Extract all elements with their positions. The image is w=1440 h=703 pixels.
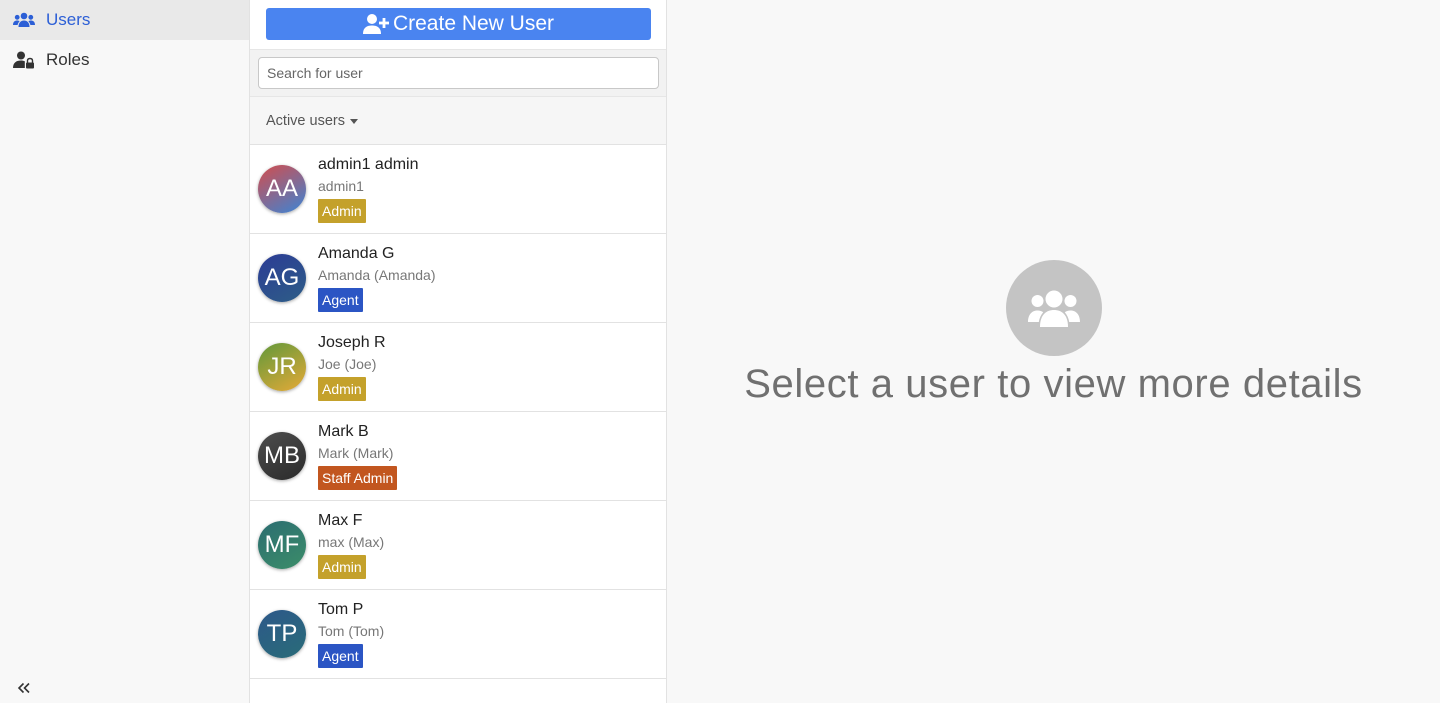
sidebar-item-users[interactable]: Users: [0, 0, 249, 40]
user-name: admin1 admin: [318, 156, 419, 173]
avatar: JR: [258, 343, 306, 391]
sidebar: Users Roles: [0, 0, 250, 703]
search-bar: [250, 49, 666, 96]
role-badge: Agent: [318, 288, 363, 312]
role-badge: Admin: [318, 199, 366, 223]
avatar: TP: [258, 610, 306, 658]
role-badge: Admin: [318, 555, 366, 579]
role-badge: Agent: [318, 644, 363, 668]
user-login: Amanda (Amanda): [318, 267, 436, 283]
user-info: admin1 admin admin1 Admin: [318, 155, 419, 223]
sidebar-item-label: Roles: [46, 50, 90, 69]
sidebar-item-roles[interactable]: Roles: [0, 40, 249, 80]
user-info: Joseph R Joe (Joe) Admin: [318, 333, 386, 401]
user-name: Amanda G: [318, 245, 395, 262]
user-name: Joseph R: [318, 334, 386, 351]
user-list-item[interactable]: MB Mark B Mark (Mark) Staff Admin: [250, 412, 666, 501]
user-list-panel: Create New User Active users AA admin1 a…: [250, 0, 667, 703]
user-lock-icon: [13, 50, 35, 70]
user-plus-icon: [362, 13, 389, 35]
sidebar-item-label: Users: [46, 10, 91, 29]
user-info: Tom P Tom (Tom) Agent: [318, 600, 384, 668]
create-new-user-button[interactable]: Create New User: [266, 8, 651, 40]
collapse-sidebar-button[interactable]: [14, 680, 34, 700]
role-badge: Admin: [318, 377, 366, 401]
user-filter-bar: Active users: [250, 96, 666, 145]
user-list-item[interactable]: MF Max F max (Max) Admin: [250, 501, 666, 590]
user-name: Max F: [318, 512, 363, 529]
avatar: MB: [258, 432, 306, 480]
role-badge: Staff Admin: [318, 466, 398, 490]
user-info: Max F max (Max) Admin: [318, 511, 384, 579]
active-users-label: Active users: [266, 112, 345, 129]
user-info: Amanda G Amanda (Amanda) Agent: [318, 244, 436, 312]
caret-down-icon: [349, 118, 358, 124]
empty-state-message: Select a user to view more details: [744, 362, 1363, 406]
user-name: Mark B: [318, 423, 369, 440]
avatar: AA: [258, 165, 306, 213]
avatar: MF: [258, 521, 306, 569]
user-login: Joe (Joe): [318, 356, 377, 372]
search-input[interactable]: [258, 57, 659, 89]
user-name: Tom P: [318, 601, 364, 618]
users-icon: [13, 10, 35, 30]
user-list: AA admin1 admin admin1 Admin AG Amanda G…: [250, 145, 666, 679]
user-login: admin1: [318, 178, 364, 194]
active-users-dropdown[interactable]: Active users: [266, 113, 358, 129]
user-login: Tom (Tom): [318, 623, 385, 639]
user-detail-panel: Select a user to view more details: [667, 0, 1440, 703]
user-info: Mark B Mark (Mark) Staff Admin: [318, 422, 398, 490]
user-login: Mark (Mark): [318, 445, 394, 461]
user-list-item[interactable]: AG Amanda G Amanda (Amanda) Agent: [250, 234, 666, 323]
create-user-bar: Create New User: [250, 0, 666, 49]
user-list-item[interactable]: JR Joseph R Joe (Joe) Admin: [250, 323, 666, 412]
double-chevron-left-icon: [17, 681, 31, 699]
user-list-item[interactable]: AA admin1 admin admin1 Admin: [250, 145, 666, 234]
user-list-item[interactable]: TP Tom P Tom (Tom) Agent: [250, 590, 666, 679]
avatar: AG: [258, 254, 306, 302]
users-icon: [1006, 260, 1102, 356]
create-new-user-label: Create New User: [392, 12, 555, 35]
user-login: max (Max): [318, 534, 385, 550]
